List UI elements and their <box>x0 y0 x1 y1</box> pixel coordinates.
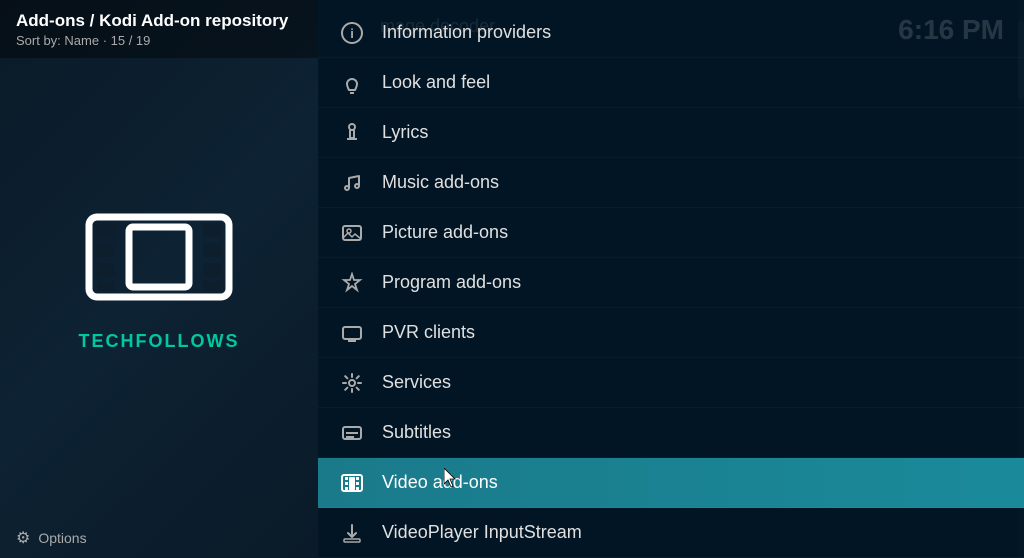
page-title: Add-ons / Kodi Add-on repository <box>16 11 318 31</box>
left-panel: TECHFOLLOWS <box>0 0 318 558</box>
video-add-ons-label: Video add-ons <box>382 472 498 493</box>
services-label: Services <box>382 372 451 393</box>
menu-item-music-add-ons[interactable]: Music add-ons <box>318 158 1024 208</box>
subtitles-label: Subtitles <box>382 422 451 443</box>
film-icon <box>79 207 239 307</box>
video-add-ons-icon <box>338 469 366 497</box>
information-providers-label: Information providers <box>382 22 551 43</box>
menu-panel: i Information providers Look and feel Ly… <box>318 0 1024 558</box>
sort-info: Sort by: Name · 15 / 19 <box>16 33 318 48</box>
picture-add-ons-label: Picture add-ons <box>382 222 508 243</box>
look-and-feel-icon <box>338 69 366 97</box>
options-bar[interactable]: ⚙ Options <box>0 518 318 558</box>
menu-item-videoplayer-inputstream[interactable]: VideoPlayer InputStream <box>318 508 1024 558</box>
pvr-clients-icon <box>338 319 366 347</box>
picture-add-ons-icon <box>338 219 366 247</box>
options-label: Options <box>38 530 86 546</box>
svg-text:i: i <box>350 26 354 41</box>
services-icon <box>338 369 366 397</box>
look-and-feel-label: Look and feel <box>382 72 490 93</box>
left-header: Add-ons / Kodi Add-on repository Sort by… <box>0 0 318 58</box>
menu-item-pvr-clients[interactable]: PVR clients <box>318 308 1024 358</box>
information-providers-icon: i <box>338 19 366 47</box>
lyrics-label: Lyrics <box>382 122 428 143</box>
music-add-ons-icon <box>338 169 366 197</box>
menu-item-services[interactable]: Services <box>318 358 1024 408</box>
menu-item-subtitles[interactable]: Subtitles <box>318 408 1024 458</box>
menu-item-video-add-ons[interactable]: Video add-ons <box>318 458 1024 508</box>
program-add-ons-label: Program add-ons <box>382 272 521 293</box>
options-gear-icon: ⚙ <box>16 528 30 548</box>
videoplayer-inputstream-icon <box>338 519 366 547</box>
menu-item-look-and-feel[interactable]: Look and feel <box>318 58 1024 108</box>
videoplayer-inputstream-label: VideoPlayer InputStream <box>382 522 582 543</box>
menu-item-information-providers[interactable]: i Information providers <box>318 8 1024 58</box>
lyrics-icon <box>338 119 366 147</box>
brand-label: TECHFOLLOWS <box>79 331 240 352</box>
menu-item-lyrics[interactable]: Lyrics <box>318 108 1024 158</box>
pvr-clients-label: PVR clients <box>382 322 475 343</box>
menu-item-program-add-ons[interactable]: Program add-ons <box>318 258 1024 308</box>
subtitles-icon <box>338 419 366 447</box>
program-add-ons-icon <box>338 269 366 297</box>
menu-item-picture-add-ons[interactable]: Picture add-ons <box>318 208 1024 258</box>
music-add-ons-label: Music add-ons <box>382 172 499 193</box>
